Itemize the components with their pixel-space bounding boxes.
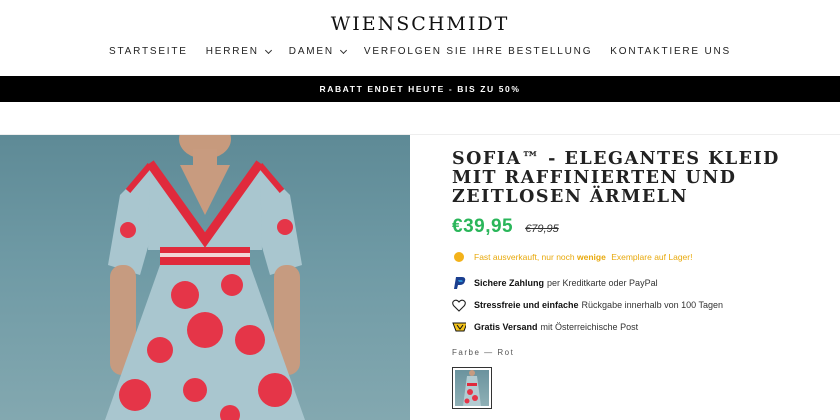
price-row: €39,95 €79,95 [452, 216, 812, 238]
feature-bold: Gratis Versand [474, 322, 538, 332]
announcement-banner: RABATT ENDET HEUTE - BIS ZU 50% [0, 76, 840, 102]
store-logo[interactable]: WIENSCHMIDT [0, 13, 840, 35]
nav-label: KONTAKTIERE UNS [610, 46, 731, 57]
color-swatch-rot[interactable] [452, 367, 492, 409]
product-image[interactable] [0, 135, 410, 420]
feature-secure-payment: Sichere Zahlung per Kreditkarte oder Pay… [452, 272, 812, 294]
nav-item-contact[interactable]: KONTAKTIERE UNS [601, 46, 740, 57]
chevron-down-icon [264, 46, 272, 54]
feature-text: Rückgabe innerhalb von 100 Tagen [581, 300, 723, 310]
stock-prefix: Fast ausverkauft, nur noch [474, 252, 575, 262]
heart-icon [452, 298, 466, 312]
feature-bold: Stressfreie und einfache [474, 300, 579, 310]
nav-item-track-order[interactable]: VERFOLGEN SIE IHRE BESTELLUNG [355, 46, 601, 57]
original-price: €79,95 [525, 223, 559, 235]
chevron-down-icon [339, 46, 347, 54]
product-info: SOFIA™ - ELEGANTES KLEID MIT RAFFINIERTE… [452, 150, 812, 409]
product-title: SOFIA™ - ELEGANTES KLEID MIT RAFFINIERTE… [452, 149, 780, 207]
nav-label: HERREN [205, 46, 259, 57]
nav-item-damen[interactable]: DAMEN [280, 46, 355, 57]
nav-label: DAMEN [288, 46, 334, 57]
feature-text: mit Österreichische Post [540, 322, 639, 332]
nav-item-startseite[interactable]: STARTSEITE [100, 46, 197, 57]
feature-bold: Sichere Zahlung [474, 278, 545, 288]
main-nav: STARTSEITE HERREN DAMEN VERFOLGEN SIE IH… [0, 46, 840, 57]
stock-dot-icon [452, 250, 466, 264]
nav-item-herren[interactable]: HERREN [197, 46, 280, 57]
nav-label: STARTSEITE [109, 46, 188, 57]
site-header: WIENSCHMIDT STARTSEITE HERREN DAMEN VERF… [0, 0, 840, 76]
stock-bold: wenige [577, 252, 606, 262]
dress-illustration [105, 135, 305, 420]
banner-text: RABATT ENDET HEUTE - BIS ZU 50% [319, 84, 521, 94]
feature-text: per Kreditkarte oder PayPal [547, 278, 658, 288]
nav-label: VERFOLGEN SIE IHRE BESTELLUNG [363, 46, 593, 57]
feature-shipping: Gratis Versand mit Österreichische Post [452, 316, 812, 338]
stock-notice: Fast ausverkauft, nur noch wenige Exempl… [452, 246, 812, 268]
feature-returns: Stressfreie und einfache Rückgabe innerh… [452, 294, 812, 316]
stock-text: Fast ausverkauft, nur noch wenige Exempl… [474, 252, 692, 262]
stock-suffix: Exemplare auf Lager! [611, 252, 693, 262]
shipping-icon [452, 320, 466, 334]
current-price: €39,95 [452, 216, 514, 237]
paypal-icon [452, 276, 466, 290]
swatch-image [455, 370, 489, 406]
color-label: Farbe — Rot [452, 348, 515, 357]
